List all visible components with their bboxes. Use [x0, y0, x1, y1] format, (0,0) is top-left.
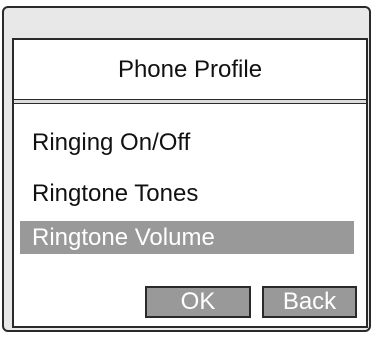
ok-button[interactable]: OK — [145, 286, 251, 318]
menu-item-label: Ringtone Volume — [32, 223, 215, 251]
menu-item-label: Ringtone Tones — [32, 179, 199, 207]
phone-screen: Phone Profile Ringing On/Off Ringtone To… — [12, 38, 368, 328]
back-button[interactable]: Back — [262, 286, 357, 318]
menu-item-ringtone-volume[interactable]: Ringtone Volume — [20, 221, 354, 254]
menu-item-label: Ringing On/Off — [32, 128, 191, 156]
menu-item-ringtone-tones[interactable]: Ringtone Tones — [20, 177, 354, 210]
title-divider — [14, 99, 366, 104]
screen-title: Phone Profile — [117, 55, 263, 83]
menu-item-ringing-on-off[interactable]: Ringing On/Off — [20, 126, 354, 159]
phone-device-frame: Phone Profile Ringing On/Off Ringtone To… — [2, 6, 371, 332]
